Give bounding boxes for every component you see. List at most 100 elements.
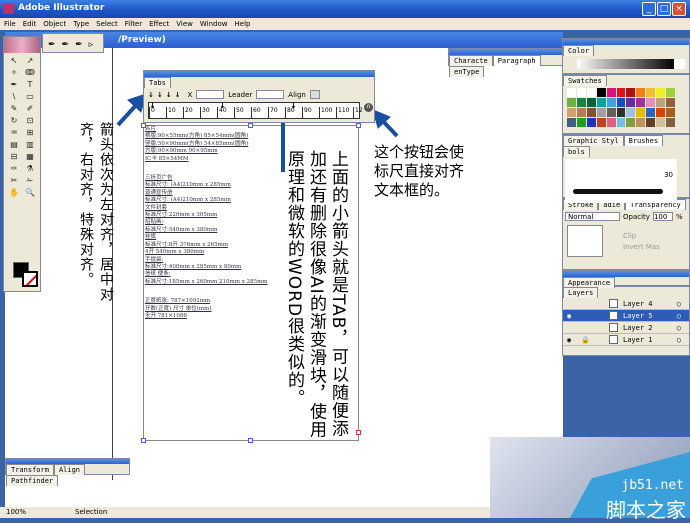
tab-paragraph[interactable]: Paragraph — [492, 55, 541, 66]
leader-input[interactable] — [256, 90, 285, 99]
clip-checkbox[interactable]: Clip — [623, 231, 660, 242]
opacity-label: Opacity — [623, 212, 650, 221]
opacity-input[interactable]: 100 — [652, 212, 673, 221]
layer-name: Layer 2 — [623, 323, 653, 332]
layer-name: Layer 4 — [623, 299, 653, 308]
swatch[interactable] — [666, 88, 675, 97]
swatch[interactable] — [626, 118, 636, 127]
swatch[interactable] — [606, 88, 616, 97]
swatch[interactable] — [616, 88, 626, 97]
layer-row[interactable]: Layer 2 ○ — [563, 322, 689, 334]
zoom-level[interactable]: 100% — [6, 507, 26, 518]
layer-name: Layer 1 — [623, 335, 653, 344]
opacity-mask-thumbnail[interactable] — [567, 225, 603, 257]
swatch[interactable] — [636, 98, 646, 107]
swatch[interactable] — [576, 118, 586, 127]
swatch[interactable] — [646, 118, 656, 127]
target-circle-icon[interactable]: ○ — [677, 336, 681, 344]
swatch[interactable] — [616, 98, 626, 107]
target-circle-icon[interactable]: ○ — [677, 300, 681, 308]
tab-tabs[interactable]: Tabs — [144, 77, 171, 88]
swatch[interactable] — [576, 108, 586, 117]
eye-icon[interactable]: ◉ — [567, 312, 581, 320]
tab-ruler[interactable]: 0 10 20 30 40 50 60 70 80 90 100 110 12 ↓ ↓ ↓ — [148, 101, 363, 119]
swatch[interactable] — [576, 88, 586, 97]
swatch[interactable] — [606, 98, 616, 107]
snap-ruler-magnet-icon[interactable]: ∩ — [364, 103, 373, 112]
tab-opentype[interactable]: enType — [449, 66, 485, 77]
swatch[interactable] — [666, 118, 675, 127]
swatch[interactable] — [596, 108, 606, 117]
tab-alignment-buttons[interactable]: ↓↓↓↓ — [148, 91, 183, 99]
swatch[interactable] — [586, 98, 596, 107]
tab-swatches[interactable]: Swatches — [563, 75, 607, 86]
swatch[interactable] — [596, 118, 606, 127]
panel-titlebar[interactable] — [144, 71, 374, 77]
invert-mask-checkbox[interactable]: Invert Mas — [623, 242, 660, 253]
charcoal-brush-stroke[interactable] — [573, 189, 663, 194]
swatch[interactable] — [586, 88, 596, 97]
swatch[interactable] — [576, 98, 586, 107]
tab-stop-marker[interactable]: ↓ — [219, 101, 226, 110]
appearance-panel: Appearance — [562, 270, 690, 288]
layer-thumbnail — [609, 299, 618, 308]
swatch[interactable] — [646, 98, 656, 107]
swatch[interactable] — [636, 108, 646, 117]
tab-character[interactable]: Characte — [449, 55, 493, 66]
swatch[interactable] — [646, 108, 656, 117]
swatch[interactable] — [606, 118, 616, 127]
character-panel: Characte Paragraph enType — [448, 48, 565, 77]
swatch[interactable] — [567, 98, 576, 107]
swatch[interactable] — [596, 98, 606, 107]
eye-icon[interactable]: ◉ — [567, 336, 581, 344]
align-input[interactable] — [309, 90, 320, 99]
ruler-tick-label: 110 — [336, 107, 349, 119]
target-circle-icon[interactable]: ○ — [677, 312, 681, 320]
swatch[interactable] — [636, 118, 646, 127]
blend-mode-select[interactable]: Normal — [565, 212, 620, 221]
swatch[interactable] — [596, 88, 606, 97]
swatch[interactable] — [616, 108, 626, 117]
swatch[interactable] — [626, 88, 636, 97]
swatch[interactable] — [656, 98, 666, 107]
tab-symbols[interactable]: bols — [563, 146, 590, 157]
ruler-tick-label: 60 — [251, 107, 261, 119]
swatch[interactable] — [567, 118, 576, 127]
swatch[interactable] — [586, 108, 596, 117]
swatch[interactable] — [656, 108, 666, 117]
tab-stop-marker[interactable]: ↓ — [290, 101, 297, 110]
layer-row[interactable]: Layer 4 ○ — [563, 298, 689, 310]
tab-color[interactable]: Color — [563, 45, 595, 56]
swatch[interactable] — [636, 88, 646, 97]
swatch[interactable] — [646, 88, 656, 97]
x-label: X — [187, 90, 193, 99]
tab-pathfinder[interactable]: Pathfinder — [6, 475, 59, 486]
tab-align[interactable]: Align — [53, 464, 86, 475]
swatch[interactable] — [656, 88, 666, 97]
tab-transform[interactable]: Transform — [6, 464, 54, 475]
tab-stop-marker[interactable]: ↓ — [149, 101, 156, 110]
tab-layers[interactable]: Layers — [563, 287, 599, 298]
tab-graphic-styles[interactable]: Graphic Styl — [563, 135, 624, 146]
swatch[interactable] — [626, 108, 636, 117]
layer-row[interactable]: ◉ Layer 5 ○ — [563, 310, 689, 322]
tab-brushes[interactable]: Brushes — [623, 135, 664, 146]
swatch[interactable] — [656, 118, 666, 127]
swatch[interactable] — [606, 108, 616, 117]
x-input[interactable] — [196, 90, 225, 99]
lock-icon[interactable]: 🔒 — [581, 336, 595, 344]
layer-row[interactable]: ◉ 🔒 Layer 1 ○ — [563, 334, 689, 346]
ruler-tick-label: 70 — [268, 107, 278, 119]
color-spectrum[interactable] — [577, 59, 685, 69]
swatch[interactable] — [567, 108, 576, 117]
swatch[interactable] — [567, 88, 576, 97]
swatch[interactable] — [666, 98, 675, 107]
target-circle-icon[interactable]: ○ — [677, 324, 681, 332]
swatch[interactable] — [586, 118, 596, 127]
align-label: Align — [288, 90, 306, 99]
swatch[interactable] — [626, 98, 636, 107]
swatch[interactable] — [616, 118, 626, 127]
brush-list[interactable]: 30 — [565, 159, 677, 203]
swatch[interactable] — [666, 108, 675, 117]
status-tool[interactable]: Selection — [75, 507, 107, 518]
